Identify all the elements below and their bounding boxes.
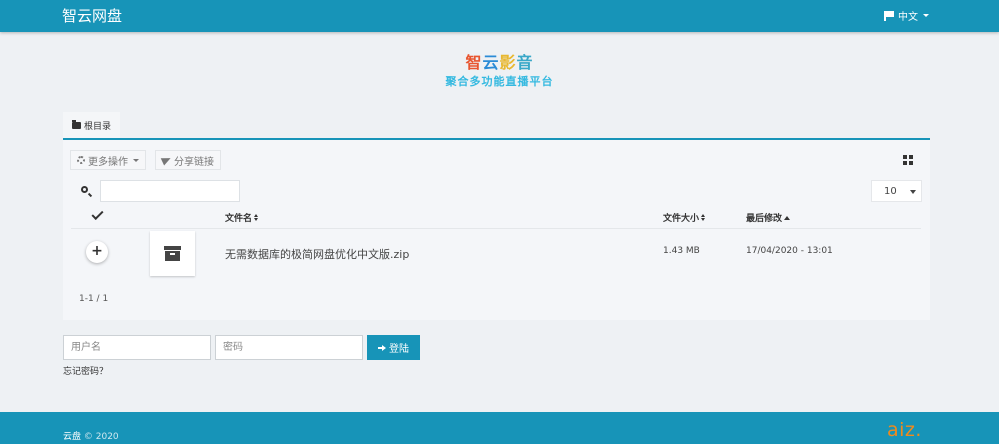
logo-subtitle: 聚合多功能直播平台	[445, 75, 554, 88]
search-icon	[81, 186, 88, 193]
grid-view-icon[interactable]	[903, 155, 913, 165]
column-header-name[interactable]: 文件名	[225, 211, 259, 224]
language-selector[interactable]: 中文	[884, 8, 929, 23]
select-arrow-icon	[910, 190, 916, 194]
share-link-label: 分享链接	[174, 156, 214, 168]
column-label: 文件名	[225, 214, 253, 224]
page-size-select[interactable]: 10	[871, 180, 922, 202]
language-label: 中文	[898, 12, 918, 23]
flag-icon	[884, 10, 895, 21]
logo-char: 云	[482, 53, 500, 72]
sort-icon	[701, 213, 706, 222]
logo-title: 智云影音	[0, 49, 999, 73]
breadcrumb-root[interactable]: 根目录	[63, 112, 121, 138]
login-button[interactable]: 登陆	[367, 335, 420, 360]
send-icon	[160, 154, 173, 166]
more-actions-label: 更多操作	[88, 156, 128, 168]
share-link-button[interactable]: 分享链接	[155, 150, 221, 170]
column-label: 文件大小	[663, 214, 700, 224]
file-size: 1.43 MB	[663, 246, 700, 256]
sort-up-icon	[784, 215, 791, 220]
caret-down-icon	[923, 14, 929, 17]
table-header: 文件名 文件大小 最后修改	[71, 207, 921, 229]
table-row[interactable]: + 无需数据库的极简网盘优化中文版.zip 1.43 MB 17/04/2020…	[71, 229, 921, 279]
footer-copyright: © 2020	[83, 432, 119, 442]
password-field[interactable]	[215, 335, 363, 360]
column-header-modified[interactable]: 最后修改	[746, 211, 791, 224]
column-header-size[interactable]: 文件大小	[663, 211, 706, 224]
select-all-check-icon[interactable]	[91, 207, 104, 221]
page-size-value: 10	[884, 185, 897, 197]
column-label: 最后修改	[746, 214, 783, 224]
forgot-password-link[interactable]: 忘记密码？	[63, 364, 108, 377]
watermark-text: aiz. nh.com	[887, 419, 960, 444]
sort-icon	[254, 213, 259, 222]
more-actions-button[interactable]: 更多操作	[70, 150, 146, 170]
username-field[interactable]	[63, 335, 211, 360]
logo-char: 音	[516, 53, 534, 72]
footer-text: 云盘 © 2020	[63, 429, 119, 442]
search-input[interactable]	[100, 180, 240, 202]
caret-down-icon	[133, 158, 139, 162]
logo-char: 智	[465, 53, 483, 72]
sign-in-icon	[378, 344, 386, 352]
expand-plus-button[interactable]: +	[86, 241, 108, 263]
login-button-label: 登陆	[389, 344, 409, 355]
brand-title[interactable]: 智云网盘	[62, 5, 122, 26]
breadcrumb-root-label: 根目录	[84, 121, 112, 132]
file-panel: 更多操作 分享链接 10 文件名 文件大小 最后修改 + 无需数据库的极简网盘优…	[63, 138, 930, 320]
footer-brand: 云盘	[63, 432, 82, 442]
archive-icon	[164, 246, 181, 261]
pagination-info: 1-1 / 1	[79, 294, 109, 304]
logo-char: 影	[499, 53, 517, 72]
gear-icon	[77, 156, 85, 164]
file-name[interactable]: 无需数据库的极简网盘优化中文版.zip	[225, 246, 409, 262]
file-modified: 17/04/2020 - 13:01	[746, 246, 833, 256]
folder-open-icon	[72, 119, 81, 129]
footer: 云盘 © 2020	[0, 412, 999, 444]
top-navbar: 智云网盘 中文	[0, 0, 999, 32]
file-thumbnail[interactable]	[150, 231, 195, 276]
